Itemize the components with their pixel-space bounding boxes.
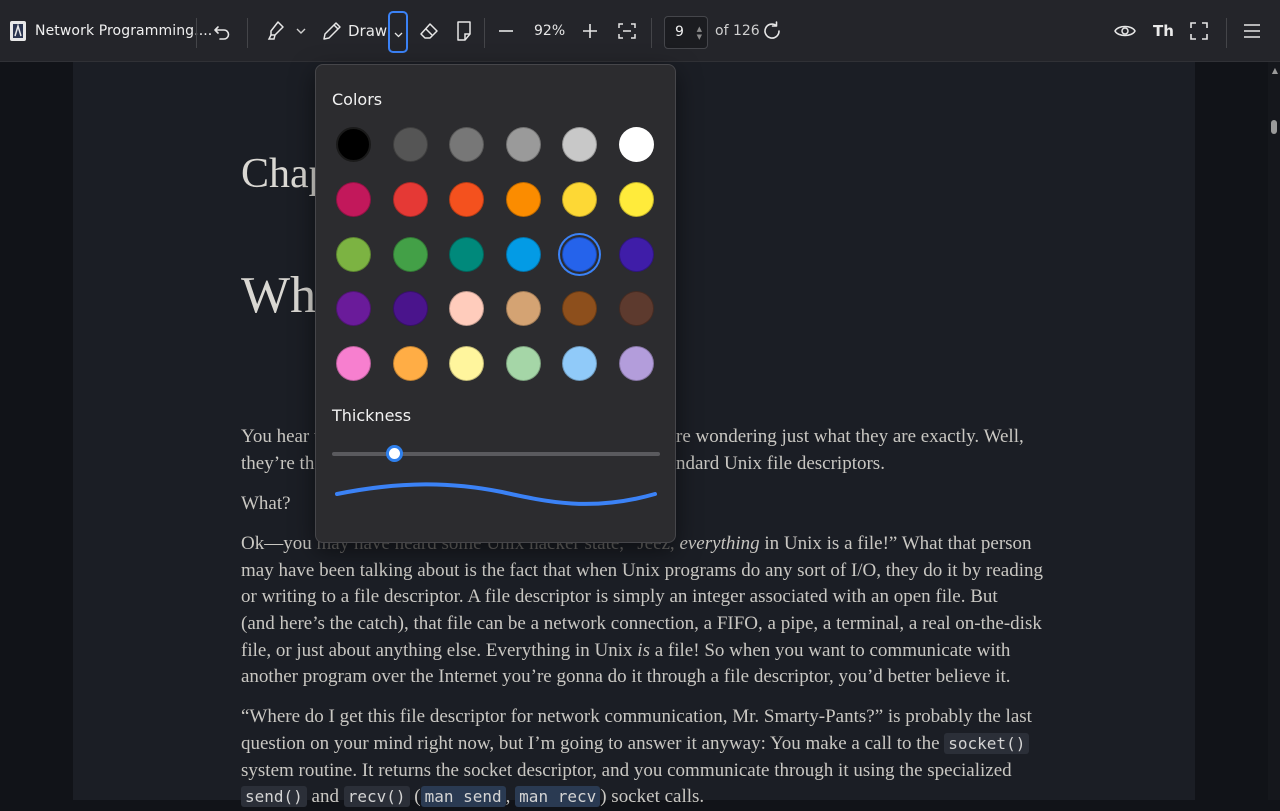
page-total: of 126: [715, 23, 760, 39]
paragraph-line: (and here’s the catch), that file can be…: [241, 613, 1042, 634]
color-swatch[interactable]: [392, 291, 428, 327]
scrollbar[interactable]: [1268, 62, 1280, 800]
toolbar: Network Programming.... Draw 92% 9 ▲ ▼ of…: [0, 0, 1280, 62]
color-swatch[interactable]: [392, 236, 428, 272]
text-mode-button[interactable]: Th: [1153, 0, 1174, 62]
color-swatch[interactable]: [392, 127, 428, 162]
book-icon: [9, 0, 27, 62]
pen-icon[interactable]: [322, 0, 342, 62]
zoom-in-icon[interactable]: [582, 0, 598, 62]
color-swatch[interactable]: [562, 127, 597, 162]
code-socket: socket(): [944, 733, 1030, 754]
color-swatch[interactable]: [336, 127, 371, 162]
color-swatch[interactable]: [505, 291, 541, 327]
section-heading: Wh: [241, 267, 317, 324]
chevron-down-icon: [394, 23, 403, 42]
color-swatch[interactable]: [336, 291, 371, 327]
draw-dropdown-button[interactable]: [388, 11, 408, 53]
color-swatch[interactable]: [618, 127, 654, 162]
zoom-level[interactable]: 92%: [534, 0, 565, 62]
undo-icon[interactable]: [212, 0, 232, 62]
link-man-send: man send: [420, 786, 506, 807]
highlighter-icon[interactable]: [266, 0, 286, 62]
color-swatch[interactable]: [562, 291, 597, 327]
page-stepper-icon[interactable]: ▲ ▼: [697, 25, 702, 41]
color-swatch[interactable]: [449, 291, 484, 327]
draw-button[interactable]: Draw: [348, 0, 387, 62]
paragraph-line: ndard Unix file descriptors.: [676, 453, 885, 474]
eye-icon[interactable]: [1114, 0, 1136, 62]
color-swatch[interactable]: [618, 236, 654, 272]
chevron-down-icon[interactable]: [296, 0, 306, 62]
color-swatch[interactable]: [505, 181, 541, 217]
paragraph-line: send() and recv() (man send, man recv) s…: [241, 784, 704, 811]
color-swatch[interactable]: [336, 346, 371, 382]
scrollbar-thumb[interactable]: [1271, 120, 1277, 134]
scroll-up-arrow-icon[interactable]: ▲: [1272, 66, 1278, 75]
color-swatch[interactable]: [618, 291, 654, 327]
color-swatch[interactable]: [392, 181, 428, 217]
page-number-value: 9: [675, 24, 684, 40]
paragraph-line: may have been talking about is the fact …: [241, 560, 1044, 581]
paragraph-line: You hear t: [241, 426, 320, 447]
eraser-icon[interactable]: [419, 0, 439, 62]
paragraph-line: another program over the Internet you’re…: [241, 666, 1011, 687]
paragraph-line: file, or just about anything else. Every…: [241, 640, 1011, 661]
stroke-preview: [335, 482, 657, 506]
link-man-recv: man recv: [515, 786, 601, 807]
thickness-heading: Thickness: [332, 406, 412, 425]
color-swatch[interactable]: [449, 181, 484, 217]
thickness-slider-thumb[interactable]: [385, 445, 403, 462]
color-swatch[interactable]: [336, 236, 371, 272]
color-swatch[interactable]: [562, 181, 597, 217]
page-icon[interactable]: [455, 0, 473, 62]
paragraph-line: they’re th: [241, 453, 315, 474]
paragraph-line: What?: [241, 493, 291, 514]
thickness-slider-track[interactable]: [332, 452, 660, 456]
color-swatch[interactable]: [336, 181, 371, 217]
page-number-input[interactable]: 9 ▲ ▼: [664, 16, 708, 49]
color-swatch[interactable]: [449, 127, 484, 162]
color-swatch[interactable]: [449, 346, 484, 382]
paragraph-line: system routine. It returns the socket de…: [241, 760, 1012, 781]
paragraph-line: re wondering just what they are exactly.…: [676, 426, 1024, 447]
draw-options-popup: Colors Thickness: [315, 64, 676, 543]
color-swatch[interactable]: [505, 127, 541, 162]
zoom-out-icon[interactable]: [498, 0, 514, 62]
paragraph-line: question on your mind right now, but I’m…: [241, 731, 1030, 758]
color-swatch[interactable]: [505, 236, 541, 272]
paragraph-line: or writing to a file descriptor. A file …: [241, 586, 998, 607]
rotate-icon[interactable]: [762, 0, 782, 62]
color-swatch[interactable]: [392, 346, 428, 382]
color-swatch[interactable]: [562, 346, 597, 382]
color-swatch[interactable]: [618, 346, 654, 382]
paragraph-line: “Where do I get this file descriptor for…: [241, 706, 1032, 727]
fullscreen-icon[interactable]: [1190, 0, 1208, 62]
color-swatch[interactable]: [618, 181, 654, 217]
document-title: Network Programming....: [35, 23, 213, 39]
color-swatch[interactable]: [562, 236, 597, 272]
fit-page-icon[interactable]: [618, 0, 636, 62]
colors-heading: Colors: [332, 90, 383, 109]
color-swatch[interactable]: [449, 236, 484, 272]
menu-icon[interactable]: [1243, 0, 1261, 62]
color-swatch[interactable]: [505, 346, 541, 382]
